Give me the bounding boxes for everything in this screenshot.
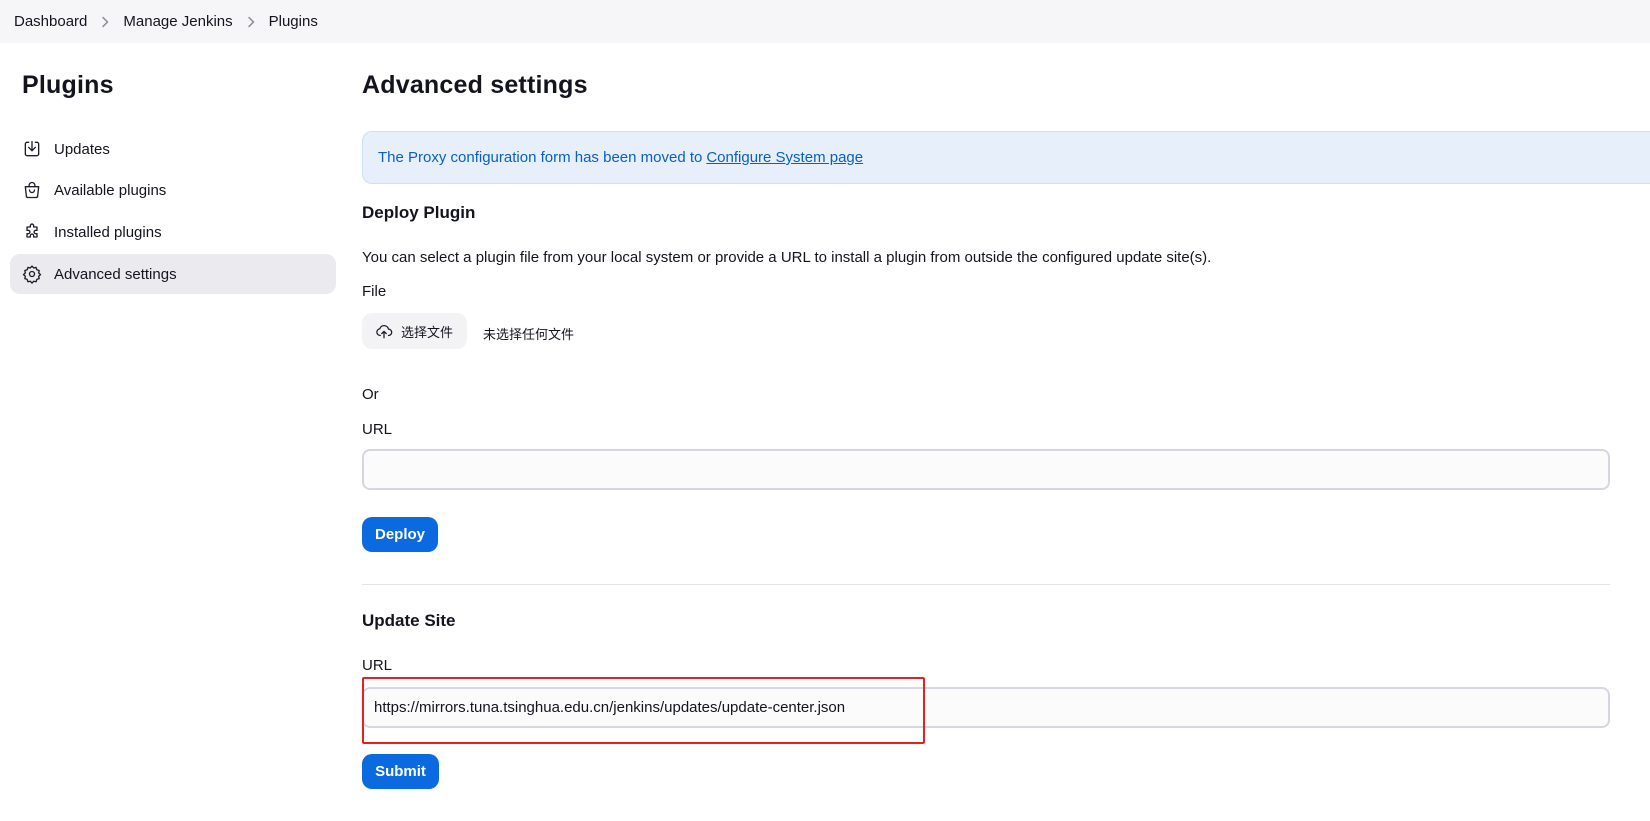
sidebar-item-available-plugins[interactable]: Available plugins: [10, 170, 336, 210]
submit-button[interactable]: Submit: [362, 754, 439, 789]
update-site-url-label: URL: [362, 657, 393, 674]
sidebar-item-label: Advanced settings: [54, 265, 177, 283]
update-site-heading: Update Site: [362, 611, 456, 630]
deploy-plugin-heading: Deploy Plugin: [362, 203, 476, 222]
chevron-right-icon: [247, 16, 255, 28]
file-label: File: [362, 283, 387, 300]
deploy-url-label: URL: [362, 421, 393, 438]
sidebar-item-label: Installed plugins: [54, 223, 162, 241]
update-site-url-input[interactable]: [362, 687, 1610, 728]
configure-system-link[interactable]: Configure System page: [706, 149, 863, 166]
file-status: 未选择任何文件: [483, 327, 575, 342]
info-alert: The Proxy configuration form has been mo…: [362, 131, 1650, 184]
deploy-button[interactable]: Deploy: [362, 517, 438, 552]
sidebar-item-label: Updates: [54, 140, 110, 158]
breadcrumb-manage-jenkins[interactable]: Manage Jenkins: [123, 13, 232, 30]
sidebar-item-updates[interactable]: Updates: [10, 129, 336, 169]
sidebar-item-advanced-settings[interactable]: Advanced settings: [10, 254, 336, 294]
breadcrumb: Dashboard Manage Jenkins Plugins: [0, 0, 1650, 43]
deploy-description: You can select a plugin file from your l…: [362, 249, 1212, 266]
section-divider: [362, 584, 1610, 585]
deploy-url-input[interactable]: [362, 449, 1610, 490]
upload-cloud-icon: [376, 325, 393, 339]
breadcrumb-dashboard[interactable]: Dashboard: [14, 13, 87, 30]
choose-file-button[interactable]: 选择文件: [362, 313, 467, 349]
or-label: Or: [362, 386, 379, 403]
shopping-bag-icon: [22, 180, 42, 200]
chevron-right-icon: [101, 16, 109, 28]
breadcrumb-plugins[interactable]: Plugins: [269, 13, 318, 30]
alert-text: The Proxy configuration form has been mo…: [378, 149, 703, 166]
download-icon: [22, 139, 42, 159]
sidebar-item-installed-plugins[interactable]: Installed plugins: [10, 212, 336, 252]
sidebar-title: Plugins: [22, 71, 114, 99]
page-title: Advanced settings: [362, 71, 588, 99]
choose-file-label: 选择文件: [401, 324, 454, 340]
puzzle-icon: [22, 222, 42, 242]
sidebar-item-label: Available plugins: [54, 181, 167, 199]
gear-icon: [22, 264, 42, 284]
